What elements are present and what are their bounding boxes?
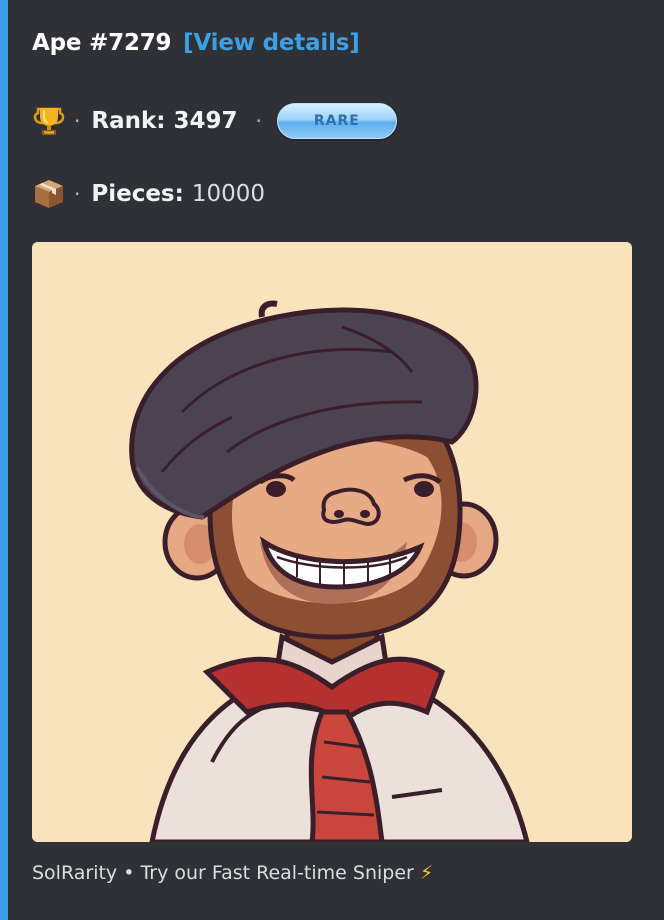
rarity-badge: RARE [276,103,397,139]
rank-value: 3497 [173,108,238,134]
embed-title: Ape #7279 [View details] [32,30,360,56]
package-icon [32,177,66,211]
rank-field: · Rank: 3497 · RARE [32,100,397,142]
footer-text: SolRarity • Try our Fast Real-time Snipe… [32,862,414,884]
lightning-icon: ⚡ [419,862,434,884]
trophy-icon [32,104,66,138]
nft-embed: Ape #7279 [View details] · Rank: 3497 · … [0,0,664,920]
separator-dot: · [74,182,81,206]
rank-label: Rank: [91,108,166,134]
separator-dot: · [255,109,262,133]
embed-footer: SolRarity • Try our Fast Real-time Snipe… [32,862,433,884]
pieces-value: 10000 [191,181,265,207]
pieces-field: · Pieces: 10000 [32,173,265,215]
separator-dot: · [74,109,81,133]
pieces-label: Pieces: [91,181,184,207]
view-details-link[interactable]: [View details] [183,30,360,56]
ape-nft-image[interactable] [32,242,632,842]
nft-title: Ape #7279 [32,30,172,56]
embed-accent-bar [0,0,8,920]
